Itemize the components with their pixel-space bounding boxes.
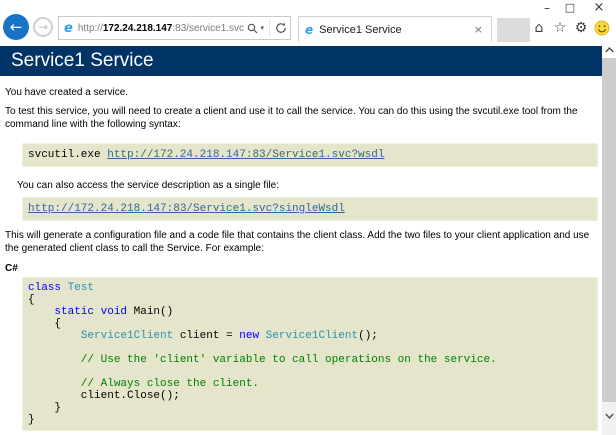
browser-window: – □ × ← → e http://172.24.218.147:83/ser… — [0, 0, 616, 435]
test-instructions-text: To test this service, you will need to c… — [5, 106, 578, 130]
vertical-scrollbar[interactable] — [602, 42, 616, 435]
url-path: :83/service1.svc — [172, 22, 245, 34]
scroll-up-icon[interactable] — [602, 42, 616, 58]
svcutil-command-box: svcutil.exe http://172.24.218.147:83/Ser… — [22, 143, 598, 167]
refresh-icon[interactable] — [275, 22, 287, 34]
title-bar: – □ × — [0, 0, 616, 16]
generate-instructions-text: This will generate a configuration file … — [5, 230, 590, 254]
wsdl-link[interactable]: http://172.24.218.147:83/Service1.svc?ws… — [107, 149, 384, 161]
page-title: Service1 Service — [0, 46, 602, 76]
forward-button[interactable]: → — [33, 17, 53, 37]
favorites-star-icon[interactable]: ☆ — [552, 17, 568, 39]
svcutil-command-prefix: svcutil.exe — [28, 149, 108, 161]
tab-title: Service1 Service — [319, 23, 402, 36]
maximize-icon[interactable]: □ — [562, 0, 578, 16]
settings-gear-icon[interactable]: ⚙ — [573, 17, 589, 39]
scroll-down-icon[interactable] — [602, 408, 616, 424]
home-icon[interactable]: ⌂ — [531, 17, 547, 39]
address-bar[interactable]: e http://172.24.218.147:83/service1.svc … — [58, 16, 291, 40]
page-content: Service1 Service You have created a serv… — [0, 42, 602, 435]
ie-favicon: e — [64, 20, 73, 36]
language-label: C# — [5, 263, 18, 274]
url-host: 172.24.218.147 — [102, 22, 173, 34]
search-icon[interactable] — [247, 23, 258, 34]
tab-ie-favicon: e — [305, 22, 314, 37]
intro-text: You have created a service. — [5, 87, 129, 98]
url-text[interactable]: http://172.24.218.147:83/service1.svc — [78, 23, 248, 34]
back-button[interactable]: ← — [3, 14, 29, 40]
single-wsdl-link[interactable]: http://172.24.218.147:83/Service1.svc?si… — [28, 203, 345, 215]
back-arrow-icon: ← — [9, 18, 23, 36]
single-wsdl-box: http://172.24.218.147:83/Service1.svc?si… — [22, 197, 598, 221]
close-icon[interactable]: × — [591, 0, 607, 16]
single-file-text: You can also access the service descript… — [17, 180, 279, 191]
navigation-bar: ← → e http://172.24.218.147:83/service1.… — [0, 14, 616, 42]
forward-arrow-icon: → — [37, 20, 49, 34]
tab-close-icon[interactable]: × — [472, 23, 485, 36]
search-dropdown-caret-icon[interactable]: ▾ — [260, 24, 264, 32]
new-tab-button[interactable] — [497, 18, 530, 42]
code-sample: class Test{ static void Main() { Service… — [22, 277, 598, 431]
minimize-icon[interactable]: – — [539, 0, 555, 16]
address-divider — [269, 20, 270, 36]
url-protocol: http:// — [77, 22, 103, 34]
tab-service1-service[interactable]: e Service1 Service × — [298, 16, 492, 42]
scrollbar-thumb[interactable] — [602, 58, 616, 402]
feedback-smiley-icon[interactable] — [594, 20, 610, 36]
